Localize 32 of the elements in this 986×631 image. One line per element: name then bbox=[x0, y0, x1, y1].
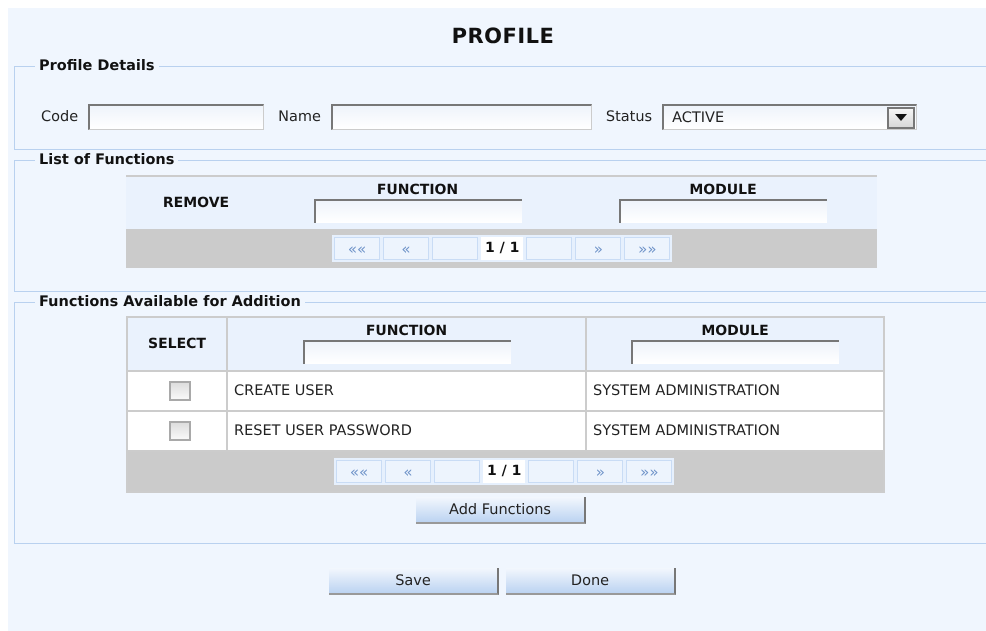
page-indicator: 1 / 1 bbox=[483, 460, 526, 483]
field-label: Code bbox=[41, 109, 78, 125]
filter-field[interactable] bbox=[302, 340, 510, 364]
column-title: REMOVE bbox=[162, 194, 230, 210]
filter-field[interactable] bbox=[619, 199, 827, 223]
filter-field[interactable] bbox=[631, 340, 839, 364]
checkbox[interactable] bbox=[169, 421, 191, 442]
section-title: Functions Available for Addition bbox=[38, 294, 302, 310]
status-dropdown[interactable]: ACTIVE bbox=[662, 104, 918, 130]
column-title: FUNCTION bbox=[366, 323, 448, 339]
checkbox[interactable] bbox=[169, 381, 191, 402]
page-indicator: 1 / 1 bbox=[481, 237, 524, 260]
column-title: MODULE bbox=[689, 182, 757, 198]
column-title: FUNCTION bbox=[376, 182, 458, 198]
section-title: List of Functions bbox=[38, 152, 176, 168]
column-title: SELECT bbox=[148, 336, 206, 352]
text-field[interactable] bbox=[330, 104, 592, 130]
field-label: Status bbox=[606, 109, 652, 125]
dropdown-caret-icon[interactable] bbox=[887, 106, 916, 128]
filter-field[interactable] bbox=[314, 199, 522, 223]
form-button[interactable]: Save bbox=[329, 568, 499, 595]
table-cell: SYSTEM ADMINISTRATION bbox=[586, 371, 884, 411]
table-cell: SYSTEM ADMINISTRATION bbox=[586, 411, 884, 451]
page-title: PROFILE bbox=[452, 24, 554, 48]
table-cell: CREATE USER bbox=[227, 371, 586, 411]
form-button[interactable]: Done bbox=[506, 568, 676, 595]
field-label: Name bbox=[278, 109, 321, 125]
table-cell: RESET USER PASSWORD bbox=[227, 411, 586, 451]
text-field[interactable] bbox=[88, 104, 264, 130]
section-title: Profile Details bbox=[38, 58, 156, 74]
column-title: MODULE bbox=[701, 323, 769, 339]
add-functions-button[interactable]: Add Functions bbox=[416, 497, 586, 524]
